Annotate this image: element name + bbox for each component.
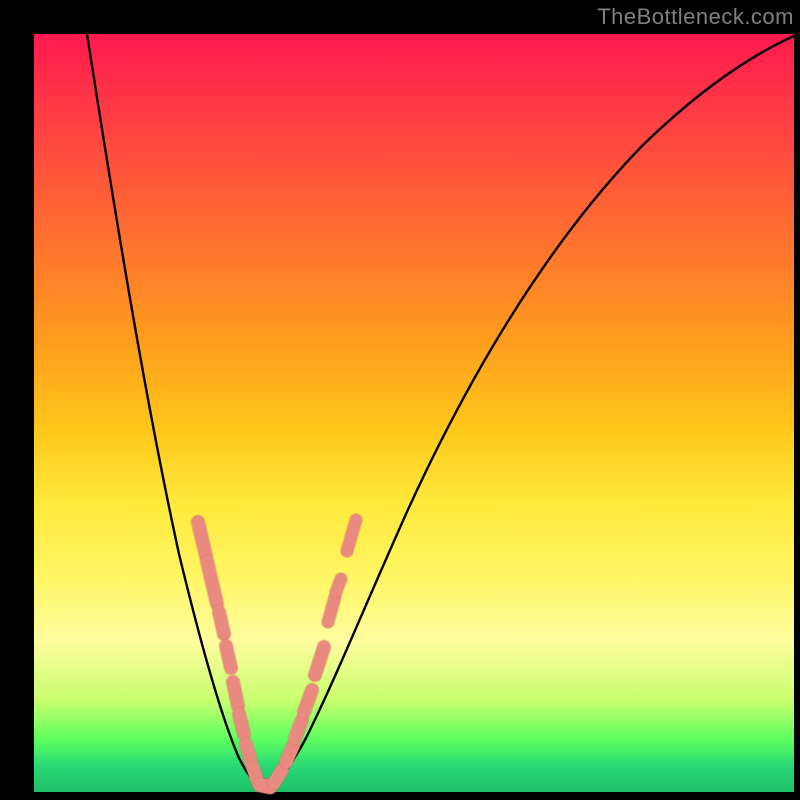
marker-capsule (328, 597, 335, 622)
marker-capsule (315, 647, 324, 675)
marker-capsule (286, 746, 293, 762)
marker-capsule (336, 579, 341, 592)
watermark-text: TheBottleneck.com (597, 4, 794, 30)
marker-capsule (274, 770, 282, 783)
marker-capsule (239, 714, 244, 734)
marker-capsule (233, 682, 238, 706)
plot-area (34, 34, 794, 792)
marker-capsule (246, 744, 251, 762)
marker-capsule (226, 646, 231, 668)
marker-capsule (304, 690, 312, 712)
chart-frame: TheBottleneck.com (0, 0, 800, 800)
marker-capsule (219, 612, 224, 634)
curve-layer (34, 34, 794, 792)
curve-right-branch (271, 36, 794, 786)
marker-capsule (295, 720, 302, 738)
markers-group (198, 520, 356, 787)
marker-capsule (198, 522, 206, 556)
